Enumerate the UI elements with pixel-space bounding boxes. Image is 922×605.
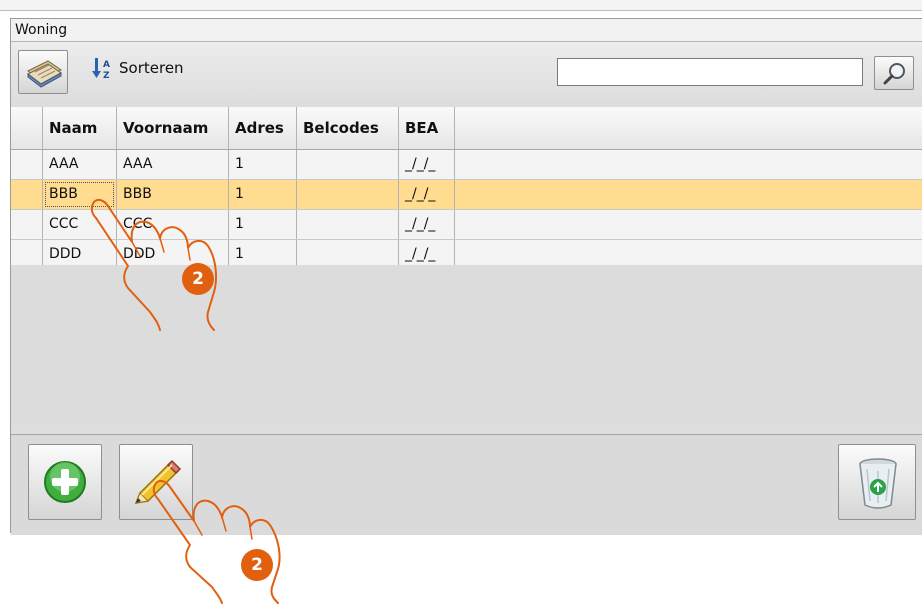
naam-value: BBB xyxy=(49,186,78,202)
row-indicator xyxy=(11,150,43,179)
naam-cell[interactable]: AAA xyxy=(43,150,117,179)
column-header[interactable]: Adres xyxy=(229,107,297,149)
voornaam-cell[interactable]: AAA xyxy=(117,150,229,179)
search-input[interactable] xyxy=(557,58,863,86)
search-button[interactable] xyxy=(874,56,914,90)
row-indicator-header xyxy=(11,107,43,149)
bea-cell[interactable]: _/_/_ xyxy=(399,150,455,179)
belcodes-cell[interactable] xyxy=(297,210,399,239)
column-header[interactable]: Belcodes xyxy=(297,107,399,149)
row-indicator xyxy=(11,210,43,239)
add-button[interactable] xyxy=(28,444,102,520)
row-indicator xyxy=(11,180,43,209)
step-marker: 2 xyxy=(182,263,214,295)
belcodes-cell[interactable] xyxy=(297,180,399,209)
delete-button[interactable] xyxy=(838,444,916,520)
svg-text:A: A xyxy=(103,60,110,70)
address-book-icon xyxy=(27,60,62,88)
top-edge xyxy=(0,0,922,11)
adres-cell[interactable]: 1 xyxy=(229,210,297,239)
belcodes-cell[interactable] xyxy=(297,150,399,179)
bea-cell[interactable]: _/_/_ xyxy=(399,210,455,239)
pointing-hand-icon xyxy=(152,479,281,604)
table-header: Naam Voornaam Adres Belcodes BEA xyxy=(11,107,922,150)
sort-az-icon: A Z xyxy=(92,58,110,80)
bea-cell[interactable]: _/_/_ xyxy=(399,180,455,209)
panel-title: Woning xyxy=(11,19,922,42)
magnifier-icon xyxy=(883,63,905,85)
sort-button[interactable]: A Z Sorteren xyxy=(91,54,184,82)
adres-cell[interactable]: 1 xyxy=(229,180,297,209)
svg-text:Z: Z xyxy=(103,71,110,80)
table-row[interactable]: AAA AAA 1 _/_/_ xyxy=(11,150,922,180)
recycle-bin-icon xyxy=(859,458,897,509)
column-header[interactable]: Voornaam xyxy=(117,107,229,149)
plus-icon xyxy=(44,461,86,503)
column-header[interactable]: Naam xyxy=(43,107,117,149)
sort-label: Sorteren xyxy=(119,59,184,77)
pointing-hand-icon xyxy=(90,198,217,331)
adres-cell[interactable]: 1 xyxy=(229,150,297,179)
column-header[interactable]: BEA xyxy=(399,107,455,149)
address-book-button[interactable] xyxy=(18,50,68,94)
action-bar xyxy=(11,434,922,535)
step-marker: 2 xyxy=(241,549,273,581)
